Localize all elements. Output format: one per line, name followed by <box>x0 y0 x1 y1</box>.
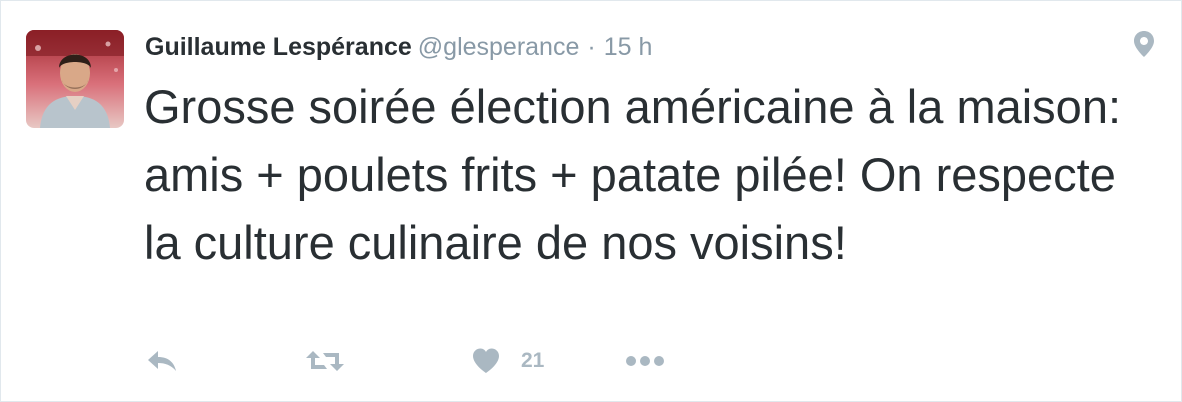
like-count: 21 <box>521 349 545 372</box>
author-screen-name[interactable]: @glesperance <box>418 33 580 61</box>
ellipsis-icon <box>626 356 664 366</box>
location-pin-icon[interactable] <box>1132 30 1156 58</box>
timestamp[interactable]: 15 h <box>604 33 653 61</box>
author-display-name[interactable]: Guillaume Lespérance <box>145 33 412 61</box>
avatar[interactable] <box>26 30 124 128</box>
reply-button[interactable] <box>145 343 179 379</box>
tweet-header: Guillaume Lespérance @glesperance · 15 h <box>145 31 652 63</box>
header-separator: · <box>587 33 596 61</box>
like-button[interactable]: 21 <box>471 343 544 379</box>
retweet-button[interactable] <box>305 343 345 379</box>
more-button[interactable] <box>625 343 665 379</box>
reply-icon <box>148 351 176 371</box>
avatar-image <box>26 30 124 128</box>
tweet-card: Guillaume Lespérance @glesperance · 15 h Gr… <box>0 0 1182 402</box>
retweet-icon <box>306 351 344 371</box>
tweet-text: Grosse soirée élection américaine à la m… <box>144 80 1122 269</box>
heart-icon <box>473 348 499 373</box>
